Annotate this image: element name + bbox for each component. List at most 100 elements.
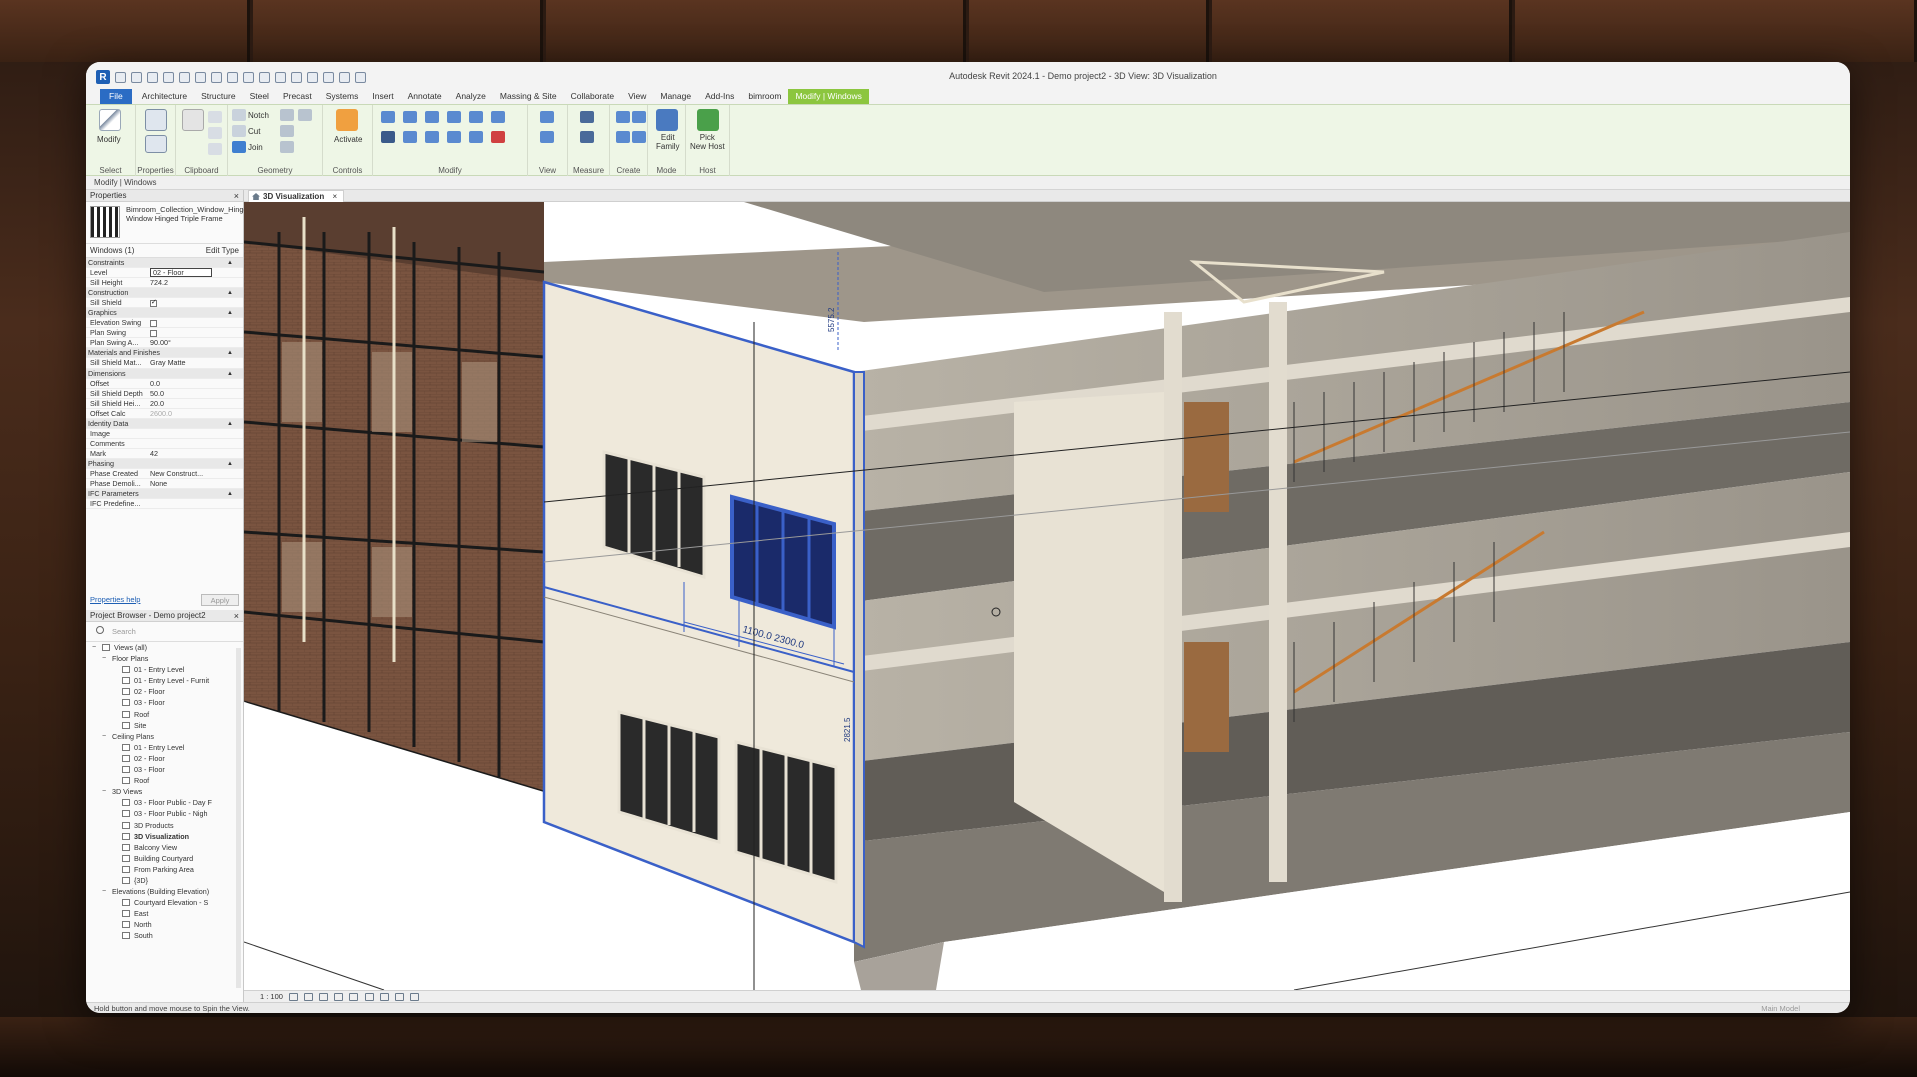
browser-item[interactable]: − Floor Plans (86, 653, 243, 664)
type-properties-icon[interactable] (145, 135, 167, 153)
dimension-tool-icon[interactable] (580, 131, 594, 143)
browser-item[interactable]: Balcony View (86, 842, 243, 853)
browser-item[interactable]: Building Courtyard (86, 853, 243, 864)
scale-icon[interactable] (491, 111, 505, 123)
property-value[interactable]: 02 - Floor (150, 268, 230, 278)
match-type-icon[interactable] (208, 143, 222, 155)
properties-help-link[interactable]: Properties help (90, 595, 140, 604)
level-field[interactable]: 02 - Floor (150, 268, 212, 278)
browser-scrollbar[interactable] (236, 648, 241, 988)
browser-item[interactable]: Roof (86, 775, 243, 786)
tab-architecture[interactable]: Architecture (135, 89, 194, 104)
property-value[interactable]: New Construct... (150, 469, 230, 479)
mirror-pick-icon[interactable] (425, 111, 439, 123)
close-icon[interactable]: × (234, 610, 239, 622)
browser-item[interactable]: 03 - Floor Public - Day F (86, 797, 243, 808)
reveal-hidden-icon[interactable] (409, 993, 419, 1002)
collapse-icon[interactable]: ▲ (227, 258, 233, 268)
checkbox[interactable] (150, 298, 157, 308)
browser-item[interactable]: 01 - Entry Level - Furnit (86, 675, 243, 686)
property-value[interactable] (150, 318, 230, 328)
pick-new-host-button[interactable]: Pick New Host (690, 133, 725, 151)
dimension-label-vertical[interactable]: 5575.2 (827, 307, 836, 332)
detail-level-icon[interactable] (289, 993, 299, 1002)
collapse-icon[interactable]: − (102, 653, 106, 664)
mirror-draw-icon[interactable] (447, 111, 461, 123)
collapse-icon[interactable]: ▲ (227, 419, 233, 429)
create-similar-icon[interactable] (632, 131, 646, 143)
property-category[interactable]: Identity Data ▲ (86, 418, 243, 429)
checkbox[interactable] (150, 319, 157, 327)
pick-new-host-icon[interactable] (697, 109, 719, 131)
shadows-icon[interactable] (334, 993, 344, 1002)
tab-insert[interactable]: Insert (365, 89, 400, 104)
browser-item[interactable]: − Elevations (Building Elevation) (86, 886, 243, 897)
browser-item[interactable]: 3D Visualization (86, 831, 243, 842)
dimension-label-lower[interactable]: 2821.5 (843, 717, 852, 742)
wall-joins-icon[interactable] (280, 109, 294, 121)
modify-cursor-icon[interactable] (99, 109, 121, 131)
close-tab-icon[interactable]: × (332, 192, 337, 201)
browser-item[interactable]: 02 - Floor (86, 753, 243, 764)
property-value[interactable]: 724.2 (150, 278, 230, 288)
instance-filter-label[interactable]: Windows (1) (90, 246, 134, 255)
property-value[interactable]: 50.0 (150, 389, 230, 399)
crop-view-icon[interactable] (379, 993, 389, 1002)
collapse-icon[interactable]: ▲ (227, 308, 233, 318)
property-category[interactable]: Phasing ▲ (86, 458, 243, 469)
properties-icon[interactable] (145, 109, 167, 131)
apply-button[interactable]: Apply (201, 594, 239, 606)
join-button[interactable]: Join (248, 143, 263, 152)
temporary-hide-icon[interactable] (394, 993, 404, 1002)
join-icon[interactable] (232, 141, 246, 153)
browser-item[interactable]: Site (86, 720, 243, 731)
property-category[interactable]: Graphics ▲ (86, 308, 243, 319)
browser-item[interactable]: Courtyard Elevation - S (86, 897, 243, 908)
tab-add-ins[interactable]: Add-Ins (698, 89, 741, 104)
create-parts-icon[interactable] (632, 111, 646, 123)
browser-item[interactable]: − Ceiling Plans (86, 731, 243, 742)
property-value[interactable] (150, 298, 230, 308)
scale-selector[interactable]: 1 : 100 (260, 992, 283, 1001)
delete-icon[interactable] (491, 131, 505, 143)
browser-item[interactable]: From Parking Area (86, 864, 243, 875)
tab-analyze[interactable]: Analyze (449, 89, 493, 104)
edit-type-button[interactable]: Edit Type (206, 244, 239, 258)
activate-button[interactable]: Activate (334, 135, 362, 144)
trim-icon[interactable] (447, 131, 461, 143)
collapse-icon[interactable]: ▲ (227, 489, 233, 499)
tab-collaborate[interactable]: Collaborate (564, 89, 621, 104)
paste-icon[interactable] (182, 109, 204, 131)
browser-item[interactable]: 3D Products (86, 820, 243, 831)
property-category[interactable]: Construction ▲ (86, 288, 243, 299)
property-value[interactable]: None (150, 479, 230, 489)
property-category[interactable]: IFC Parameters ▲ (86, 489, 243, 500)
array-icon[interactable] (469, 131, 483, 143)
copy-icon[interactable] (208, 111, 222, 123)
collapse-icon[interactable]: ▲ (227, 348, 233, 358)
browser-item[interactable]: East (86, 908, 243, 919)
create-group-icon[interactable] (616, 131, 630, 143)
split-icon[interactable] (469, 111, 483, 123)
hide-in-view-icon[interactable] (540, 111, 554, 123)
close-icon[interactable]: × (234, 190, 239, 202)
edit-family-button[interactable]: Edit Family (656, 133, 680, 151)
tab-annotate[interactable]: Annotate (401, 89, 449, 104)
move-icon[interactable] (381, 131, 395, 143)
property-category[interactable]: Constraints ▲ (86, 258, 243, 269)
tab-view[interactable]: View (621, 89, 653, 104)
tab-bimroom[interactable]: bimroom (741, 89, 788, 104)
browser-item[interactable]: 02 - Floor (86, 686, 243, 697)
property-value[interactable]: 0.0 (150, 379, 230, 389)
browser-item[interactable]: {3D} (86, 875, 243, 886)
property-value[interactable] (150, 328, 230, 338)
tab-structure[interactable]: Structure (194, 89, 243, 104)
select-dropdown[interactable]: Select (86, 166, 135, 175)
split-face-icon[interactable] (280, 125, 294, 137)
browser-item[interactable]: North (86, 919, 243, 930)
collapse-icon[interactable]: − (102, 731, 106, 742)
browser-item[interactable]: Roof (86, 709, 243, 720)
tab-steel[interactable]: Steel (243, 89, 276, 104)
browser-item[interactable]: 03 - Floor Public - Nigh (86, 808, 243, 819)
property-value[interactable]: 90.00° (150, 338, 230, 348)
